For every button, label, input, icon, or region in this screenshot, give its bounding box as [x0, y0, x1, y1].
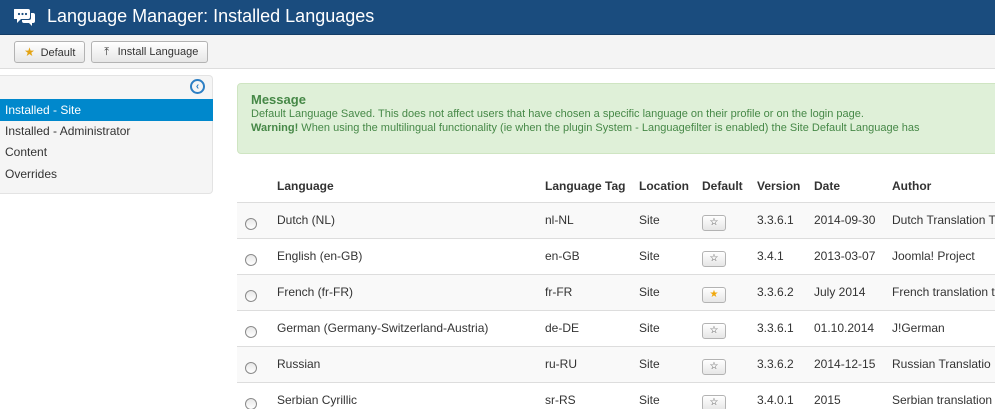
language-version: 3.3.6.1	[753, 202, 810, 239]
chat-bubbles-icon	[14, 9, 35, 26]
sidebar-item-installed-site[interactable]: Installed - Site	[0, 99, 213, 121]
row-select-radio[interactable]	[245, 362, 257, 374]
language-version: 3.4.0.1	[753, 382, 810, 409]
table-row: Serbian Cyrillic sr-RS Site ☆ 3.4.0.1 20…	[237, 382, 995, 409]
row-select-radio[interactable]	[245, 398, 257, 409]
language-location: Site	[635, 382, 698, 409]
language-tag: fr-FR	[541, 274, 635, 311]
language-version: 3.3.6.2	[753, 274, 810, 311]
message-heading: Message	[251, 92, 306, 107]
language-author: Joomla! Project	[888, 238, 995, 275]
table-row: English (en-GB) en-GB Site ☆ 3.4.1 2013-…	[237, 238, 995, 275]
column-header-author: Author	[888, 170, 995, 203]
message-text: Default Language Saved. This does not af…	[251, 108, 864, 120]
language-date: 01.10.2014	[810, 310, 888, 347]
row-select-radio[interactable]	[245, 290, 257, 302]
star-icon: ★	[24, 45, 35, 59]
language-tag: sr-RS	[541, 382, 635, 409]
table-row: Dutch (NL) nl-NL Site ☆ 3.3.6.1 2014-09-…	[237, 202, 995, 239]
top-header: Language Manager: Installed Languages	[0, 0, 995, 35]
language-name: Serbian Cyrillic	[273, 382, 541, 409]
language-version: 3.3.6.1	[753, 310, 810, 347]
language-date: 2015	[810, 382, 888, 409]
language-tag: de-DE	[541, 310, 635, 347]
row-select-radio[interactable]	[245, 254, 257, 266]
language-date: 2014-09-30	[810, 202, 888, 239]
language-location: Site	[635, 346, 698, 383]
column-header-date: Date	[810, 170, 888, 203]
language-author: J!German	[888, 310, 995, 347]
sidebar-item-overrides[interactable]: Overrides	[0, 163, 213, 185]
language-location: Site	[635, 310, 698, 347]
language-author: Serbian translation	[888, 382, 995, 409]
default-star-active-icon[interactable]: ★	[702, 287, 726, 303]
languages-table: Language Language Tag Location Default V…	[237, 170, 995, 409]
row-select-radio[interactable]	[245, 326, 257, 338]
default-button[interactable]: ★ Default	[14, 41, 85, 63]
language-name: Russian	[273, 346, 541, 383]
language-author: French translation t	[888, 274, 995, 311]
table-row: French (fr-FR) fr-FR Site ★ 3.3.6.2 July…	[237, 274, 995, 311]
sidebar-item-content[interactable]: Content	[0, 141, 213, 163]
language-location: Site	[635, 238, 698, 275]
collapse-left-icon[interactable]: ‹	[190, 79, 205, 94]
column-header-location: Location	[635, 170, 698, 203]
language-version: 3.3.6.2	[753, 346, 810, 383]
column-header-select	[237, 170, 273, 203]
language-name: Dutch (NL)	[273, 202, 541, 239]
column-header-language-tag: Language Tag	[541, 170, 635, 203]
language-tag: en-GB	[541, 238, 635, 275]
language-date: 2013-03-07	[810, 238, 888, 275]
set-default-star-icon[interactable]: ☆	[702, 395, 726, 409]
warning-label: Warning!	[251, 122, 299, 134]
column-header-default: Default	[698, 170, 753, 203]
language-name: English (en-GB)	[273, 238, 541, 275]
language-location: Site	[635, 202, 698, 239]
language-name: German (Germany-Switzerland-Austria)	[273, 310, 541, 347]
language-author: Russian Translatio	[888, 346, 995, 383]
language-version: 3.4.1	[753, 238, 810, 275]
column-header-language: Language	[273, 170, 541, 203]
upload-icon: ⤒	[104, 46, 110, 58]
language-author: Dutch Translation T	[888, 202, 995, 239]
language-location: Site	[635, 274, 698, 311]
set-default-star-icon[interactable]: ☆	[702, 251, 726, 267]
table-header-row: Language Language Tag Location Default V…	[237, 170, 995, 203]
page-title: Language Manager: Installed Languages	[47, 6, 375, 26]
language-tag: nl-NL	[541, 202, 635, 239]
column-header-version: Version	[753, 170, 810, 203]
language-date: July 2014	[810, 274, 888, 311]
set-default-star-icon[interactable]: ☆	[702, 215, 726, 231]
sidebar-item-installed-administrator[interactable]: Installed - Administrator	[0, 120, 213, 142]
set-default-star-icon[interactable]: ☆	[702, 323, 726, 339]
warning-body: When using the multilingual functionalit…	[298, 122, 920, 134]
warning-text: Warning! When using the multilingual fun…	[251, 121, 995, 135]
table-row: German (Germany-Switzerland-Austria) de-…	[237, 310, 995, 347]
language-name: French (fr-FR)	[273, 274, 541, 311]
toolbar: ★ Default ⤒ Install Language	[0, 35, 995, 69]
row-select-radio[interactable]	[245, 218, 257, 230]
install-language-button[interactable]: ⤒ Install Language	[91, 41, 208, 63]
set-default-star-icon[interactable]: ☆	[702, 359, 726, 375]
install-language-label: Install Language	[117, 46, 199, 58]
success-message: Message Default Language Saved. This doe…	[237, 83, 995, 154]
table-row: Russian ru-RU Site ☆ 3.3.6.2 2014-12-15 …	[237, 346, 995, 383]
default-button-label: Default	[40, 47, 76, 59]
language-tag: ru-RU	[541, 346, 635, 383]
language-date: 2014-12-15	[810, 346, 888, 383]
